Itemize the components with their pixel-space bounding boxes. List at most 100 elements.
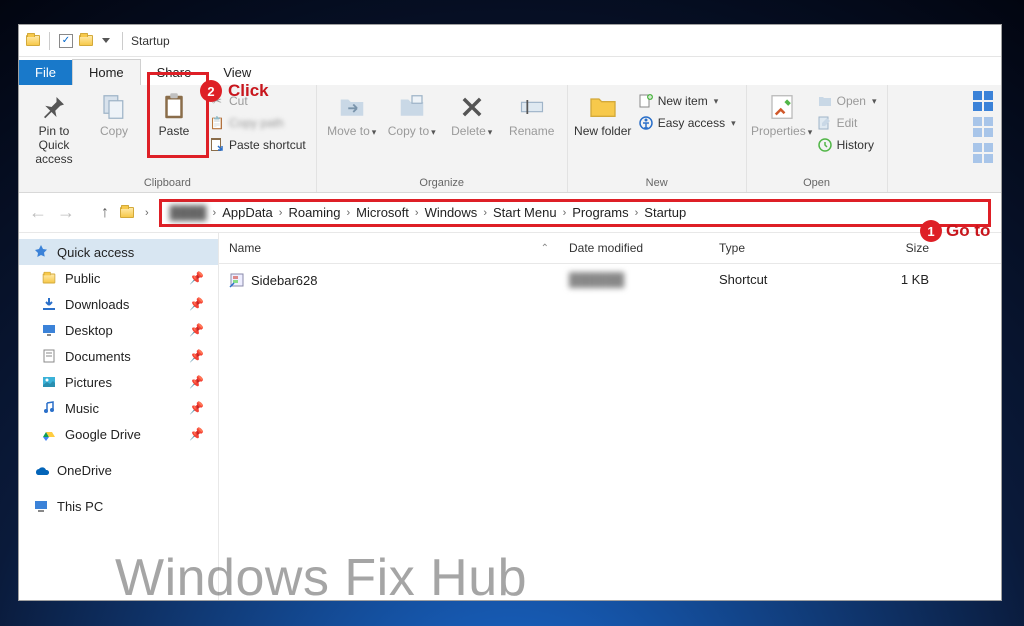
copy-path-button[interactable]: 📋 Copy path <box>205 113 310 133</box>
pin-icon: 📌 <box>189 271 204 285</box>
new-folder-button[interactable]: New folder <box>574 87 632 139</box>
breadcrumb-startmenu[interactable]: Start Menu <box>489 205 561 220</box>
ribbon: Pin to Quick access Copy Paste ✂ <box>19 85 1001 193</box>
chevron-right-icon[interactable]: › <box>415 207 419 219</box>
sidebar-onedrive[interactable]: OneDrive <box>19 457 218 483</box>
column-header-date[interactable]: Date modified <box>559 233 709 263</box>
column-header-name[interactable]: Name⌃ <box>219 233 559 263</box>
easy-access-button[interactable]: Easy access▾ <box>634 113 740 133</box>
layout-content-icon[interactable] <box>973 143 993 163</box>
breadcrumb-programs[interactable]: Programs <box>568 205 632 220</box>
history-button[interactable]: History <box>813 135 881 155</box>
folder-qat-icon[interactable] <box>78 33 94 49</box>
open-group-label: Open <box>803 175 830 192</box>
tab-file[interactable]: File <box>19 60 72 85</box>
sidebar-item-pictures[interactable]: Pictures 📌 <box>19 369 218 395</box>
sidebar-quick-access[interactable]: Quick access <box>19 239 218 265</box>
documents-icon <box>41 348 57 364</box>
desktop-icon <box>41 322 57 338</box>
copy-button[interactable]: Copy <box>85 87 143 139</box>
tab-home[interactable]: Home <box>72 59 141 85</box>
copy-to-button[interactable]: Copy to▾ <box>383 87 441 139</box>
file-row[interactable]: Sidebar628 ██████ Shortcut 1 KB <box>219 264 1001 296</box>
pin-icon: 📌 <box>189 349 204 363</box>
chevron-right-icon[interactable]: › <box>563 207 567 219</box>
paste-shortcut-button[interactable]: Paste shortcut <box>205 135 310 155</box>
paste-button[interactable]: Paste <box>145 87 203 139</box>
breadcrumb-windows[interactable]: Windows <box>421 205 482 220</box>
breadcrumb-startup[interactable]: Startup <box>640 205 690 220</box>
pin-icon: 📌 <box>189 401 204 415</box>
tab-share[interactable]: Share <box>141 60 208 85</box>
delete-icon <box>456 91 488 123</box>
new-folder-label: New folder <box>574 125 631 139</box>
separator <box>49 32 50 50</box>
sidebar-item-label: Documents <box>65 349 131 364</box>
copy-icon <box>98 91 130 123</box>
rename-icon <box>516 91 548 123</box>
sidebar-item-label: Music <box>65 401 99 416</box>
content-area: Quick access Public 📌 Downloads 📌 Deskto… <box>19 233 1001 600</box>
layout-details-icon[interactable] <box>973 117 993 137</box>
tab-view[interactable]: View <box>207 60 267 85</box>
breadcrumb-user[interactable]: ████ <box>166 205 211 220</box>
layout-preview-icon[interactable] <box>973 91 993 111</box>
breadcrumb[interactable]: ████ › AppData › Roaming › Microsoft › W… <box>159 199 991 227</box>
nav-back-button[interactable]: ← <box>29 202 47 223</box>
breadcrumb-appdata[interactable]: AppData <box>218 205 277 220</box>
chevron-right-icon[interactable]: › <box>213 207 217 219</box>
copy-path-icon: 📋 <box>209 115 225 131</box>
nav-up-button[interactable]: ↑ <box>101 204 109 222</box>
move-to-button[interactable]: Move to▾ <box>323 87 381 139</box>
sidebar-item-label: OneDrive <box>57 463 112 478</box>
sidebar-item-desktop[interactable]: Desktop 📌 <box>19 317 218 343</box>
sidebar-item-downloads[interactable]: Downloads 📌 <box>19 291 218 317</box>
breadcrumb-roaming[interactable]: Roaming <box>284 205 344 220</box>
open-icon <box>817 93 833 109</box>
properties-qat-icon[interactable]: ✓ <box>58 33 74 49</box>
explorer-window: ✓ Startup File Home Share View Pin to Qu… <box>18 24 1002 601</box>
easy-access-label: Easy access <box>658 116 725 130</box>
rename-button[interactable]: Rename <box>503 87 561 139</box>
sidebar-item-public[interactable]: Public 📌 <box>19 265 218 291</box>
qat-dropdown-icon[interactable] <box>98 33 114 49</box>
new-item-button[interactable]: New item▾ <box>634 91 740 111</box>
cut-icon: ✂ <box>209 93 225 109</box>
properties-button[interactable]: Properties▾ <box>753 87 811 139</box>
titlebar: ✓ Startup <box>19 25 1001 57</box>
edit-button[interactable]: Edit <box>813 113 881 133</box>
sidebar-item-label: Desktop <box>65 323 113 338</box>
open-button[interactable]: Open▾ <box>813 91 881 111</box>
rename-label: Rename <box>509 125 554 139</box>
folder-icon <box>25 33 41 49</box>
paste-shortcut-label: Paste shortcut <box>229 138 306 152</box>
navigation-pane: Quick access Public 📌 Downloads 📌 Deskto… <box>19 233 219 600</box>
ribbon-tabs: File Home Share View <box>19 57 1001 85</box>
pin-to-quick-access-button[interactable]: Pin to Quick access <box>25 87 83 166</box>
breadcrumb-microsoft[interactable]: Microsoft <box>352 205 413 220</box>
nav-forward-button[interactable]: → <box>57 202 75 223</box>
folder-icon <box>41 270 57 286</box>
sidebar-item-google-drive[interactable]: Google Drive 📌 <box>19 421 218 447</box>
clipboard-group-label: Clipboard <box>144 175 191 192</box>
chevron-right-icon[interactable]: › <box>145 207 149 219</box>
edit-label: Edit <box>837 116 858 130</box>
easy-access-icon <box>638 115 654 131</box>
sidebar-item-documents[interactable]: Documents 📌 <box>19 343 218 369</box>
chevron-right-icon[interactable]: › <box>635 207 639 219</box>
chevron-right-icon[interactable]: › <box>483 207 487 219</box>
ribbon-group-organize: Move to▾ Copy to▾ Delete▾ <box>317 85 568 192</box>
copy-label: Copy <box>100 125 128 139</box>
chevron-right-icon[interactable]: › <box>279 207 283 219</box>
sidebar-this-pc[interactable]: This PC <box>19 493 218 519</box>
column-header-type[interactable]: Type <box>709 233 859 263</box>
pin-icon: 📌 <box>189 323 204 337</box>
sidebar-item-music[interactable]: Music 📌 <box>19 395 218 421</box>
sidebar-item-label: Pictures <box>65 375 112 390</box>
cut-label: Cut <box>229 94 248 108</box>
column-header-size[interactable]: Size <box>859 233 939 263</box>
delete-button[interactable]: Delete▾ <box>443 87 501 139</box>
cut-button[interactable]: ✂ Cut <box>205 91 310 111</box>
addr-folder-icon <box>119 205 135 221</box>
chevron-right-icon[interactable]: › <box>346 207 350 219</box>
